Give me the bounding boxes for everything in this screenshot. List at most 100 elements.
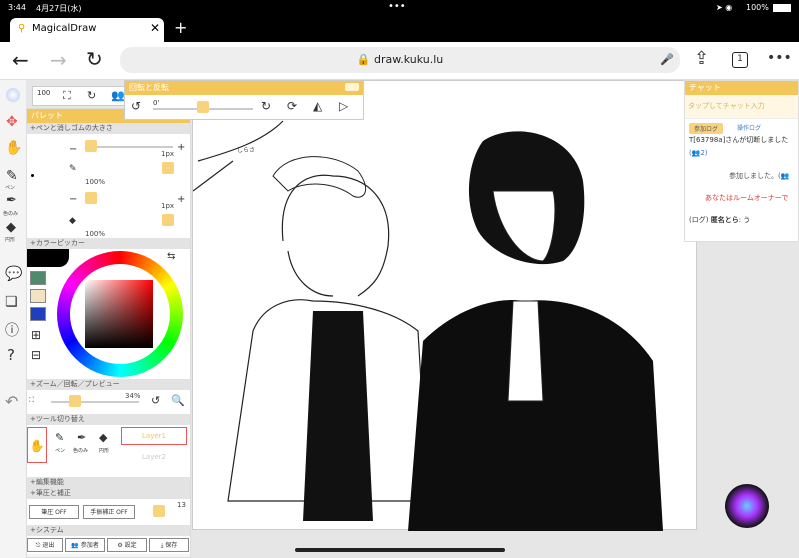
- people-icon[interactable]: 👥: [111, 89, 125, 102]
- tab-count[interactable]: 1: [732, 52, 748, 68]
- angle-value: 0': [153, 99, 160, 107]
- size-value-2: 1px: [161, 202, 175, 210]
- swatch-blue[interactable]: [30, 307, 46, 321]
- layer1-button[interactable]: Layer1: [121, 427, 187, 445]
- status-time: 3:44: [8, 3, 26, 12]
- tool-section[interactable]: +ツール切り替え: [27, 414, 190, 425]
- layer2-button[interactable]: Layer2: [121, 449, 187, 465]
- mic-icon[interactable]: 🎤: [660, 47, 674, 73]
- swap-swatch-icon[interactable]: ⊟: [31, 348, 41, 362]
- settings-button[interactable]: ⚙ 設定: [107, 538, 147, 552]
- pen-section[interactable]: +ペンと消しゴムの大きさ: [27, 123, 190, 134]
- minus-button-2[interactable]: −: [69, 194, 77, 205]
- help-icon[interactable]: ?: [7, 346, 15, 364]
- pen-icon[interactable]: ✎: [6, 168, 18, 184]
- fit-icon[interactable]: ⛶: [63, 89, 71, 103]
- chat-log-1-count: (👥2): [689, 149, 708, 157]
- shape-icon[interactable]: ◆: [6, 220, 16, 235]
- correction-button[interactable]: 手振補正 OFF: [83, 505, 135, 519]
- correction-thumb[interactable]: [153, 505, 165, 517]
- share-icon[interactable]: ⇪: [694, 48, 709, 69]
- flip-v-icon[interactable]: ▷: [339, 99, 348, 113]
- shape-tool-icon[interactable]: ◆: [99, 431, 107, 444]
- chat-icon[interactable]: 💬: [5, 266, 22, 282]
- rotate-icon[interactable]: ↻: [87, 89, 96, 102]
- color-wheel-icon[interactable]: [6, 88, 20, 102]
- size-thumb-2[interactable]: [85, 192, 97, 204]
- picker-switch-icon[interactable]: ⇆: [167, 251, 175, 262]
- circle-label: 円形: [5, 237, 16, 243]
- flip-h-icon[interactable]: ◭: [313, 99, 322, 113]
- color-section[interactable]: +カラーピッカー: [27, 238, 190, 249]
- url-bar[interactable]: 🔒 draw.kuku.lu 🎤: [120, 47, 680, 73]
- rotate-title: 回転と反転: [125, 81, 363, 95]
- minus-button[interactable]: −: [69, 144, 77, 155]
- reload-icon[interactable]: ↻: [86, 47, 103, 71]
- chat-log-4-text: : う: [738, 216, 751, 224]
- new-tab-icon[interactable]: +: [174, 18, 187, 37]
- zoom-section[interactable]: +ズーム／回転／プレビュー: [27, 379, 190, 390]
- pressure-button[interactable]: 筆圧 OFF: [29, 505, 79, 519]
- dropper-tool-icon[interactable]: ✒: [77, 431, 86, 444]
- zoom-slider[interactable]: [51, 401, 139, 403]
- forward-icon[interactable]: →: [50, 48, 67, 72]
- hand-icon[interactable]: ✋: [5, 140, 22, 156]
- reset-icon[interactable]: ⟳: [287, 99, 297, 113]
- size-thumb-1[interactable]: [85, 140, 97, 152]
- move-icon[interactable]: ✥: [6, 114, 18, 130]
- exit-label: 退出: [42, 542, 55, 549]
- angle-thumb[interactable]: [197, 101, 209, 113]
- color-only-label: 色のみ: [3, 211, 19, 217]
- info-icon[interactable]: ⓘ: [5, 320, 19, 340]
- menu-dots-icon[interactable]: •••: [767, 50, 792, 66]
- home-indicator: [295, 548, 505, 552]
- drawing-canvas[interactable]: しらさ: [192, 80, 697, 531]
- chat-log-1: T[63798a]さんが切断しました: [689, 136, 789, 144]
- size-slider-1[interactable]: [85, 146, 173, 148]
- save-button[interactable]: ⤓ 保存: [149, 538, 189, 552]
- operation-log-tab[interactable]: 操作ログ: [737, 123, 761, 132]
- zoom-num: 100: [37, 89, 51, 97]
- browser-tab[interactable]: ⚲ MagicalDraw ✕: [10, 18, 164, 42]
- siri-icon[interactable]: [725, 484, 769, 528]
- undo-icon[interactable]: ↶: [5, 392, 18, 411]
- chat-title: チャット: [685, 81, 798, 95]
- left-toolbar: ✥ ✋ ✎ ペン ✒ 色のみ ◆ 円形 💬 ❏ ⓘ ? ↶: [0, 80, 26, 558]
- swatch-beige[interactable]: [30, 289, 46, 303]
- hand-tool-button[interactable]: ✋: [27, 427, 47, 463]
- opacity-thumb-2[interactable]: [162, 214, 174, 226]
- plus-button[interactable]: +: [177, 142, 185, 153]
- pen-tool-icon[interactable]: ✎: [55, 431, 64, 444]
- system-section[interactable]: +システム: [27, 525, 190, 536]
- rotate-left-icon[interactable]: ↺: [131, 99, 141, 113]
- rotate-close-button[interactable]: [345, 83, 359, 91]
- zoom-value: 34%: [125, 392, 141, 400]
- tool-area: ✋ ✎ ペン ✒ 色のみ ◆ 円形 Layer1 Layer2: [27, 425, 190, 477]
- pen-size-area: − 1px + ✎ 100% − 1px + ◆ 100%: [27, 134, 190, 238]
- chat-input[interactable]: タップしてチャット入力: [685, 95, 798, 119]
- saturation-box[interactable]: [85, 280, 153, 348]
- close-tab-icon[interactable]: ✕: [150, 21, 160, 35]
- wand-icon: ⚲: [18, 23, 26, 34]
- zoom-fit-icon[interactable]: ⛶: [29, 396, 34, 405]
- opacity-thumb-1[interactable]: [162, 162, 174, 174]
- chat-panel: チャット タップしてチャット入力 参加ログ 操作ログ T[63798a]さんが切…: [684, 80, 799, 242]
- edit-section[interactable]: +編集機能: [27, 477, 190, 488]
- pressure-section[interactable]: +筆圧と補正: [27, 488, 190, 499]
- more-dots-icon[interactable]: •••: [388, 1, 406, 12]
- participants-button[interactable]: 👥 参加者: [65, 538, 105, 552]
- magnify-icon[interactable]: 🔍: [171, 394, 185, 407]
- swatch-green[interactable]: [30, 271, 46, 285]
- current-color[interactable]: [27, 249, 69, 267]
- join-log-tab[interactable]: 参加ログ: [689, 123, 724, 134]
- rotate-cw-icon[interactable]: ↻: [261, 99, 271, 113]
- back-icon[interactable]: ←: [12, 48, 29, 72]
- layer-icon[interactable]: ❏: [5, 294, 18, 310]
- zoom-thumb[interactable]: [69, 395, 81, 407]
- dropper-icon[interactable]: ✒: [6, 193, 17, 208]
- plus-button-2[interactable]: +: [177, 194, 185, 205]
- add-swatch-icon[interactable]: ⊞: [31, 328, 41, 342]
- exit-button[interactable]: ⎋ 退出: [27, 538, 63, 552]
- chat-log-2: 参加しました。(👥: [729, 172, 790, 180]
- rotate-reset-icon[interactable]: ↺: [151, 394, 160, 407]
